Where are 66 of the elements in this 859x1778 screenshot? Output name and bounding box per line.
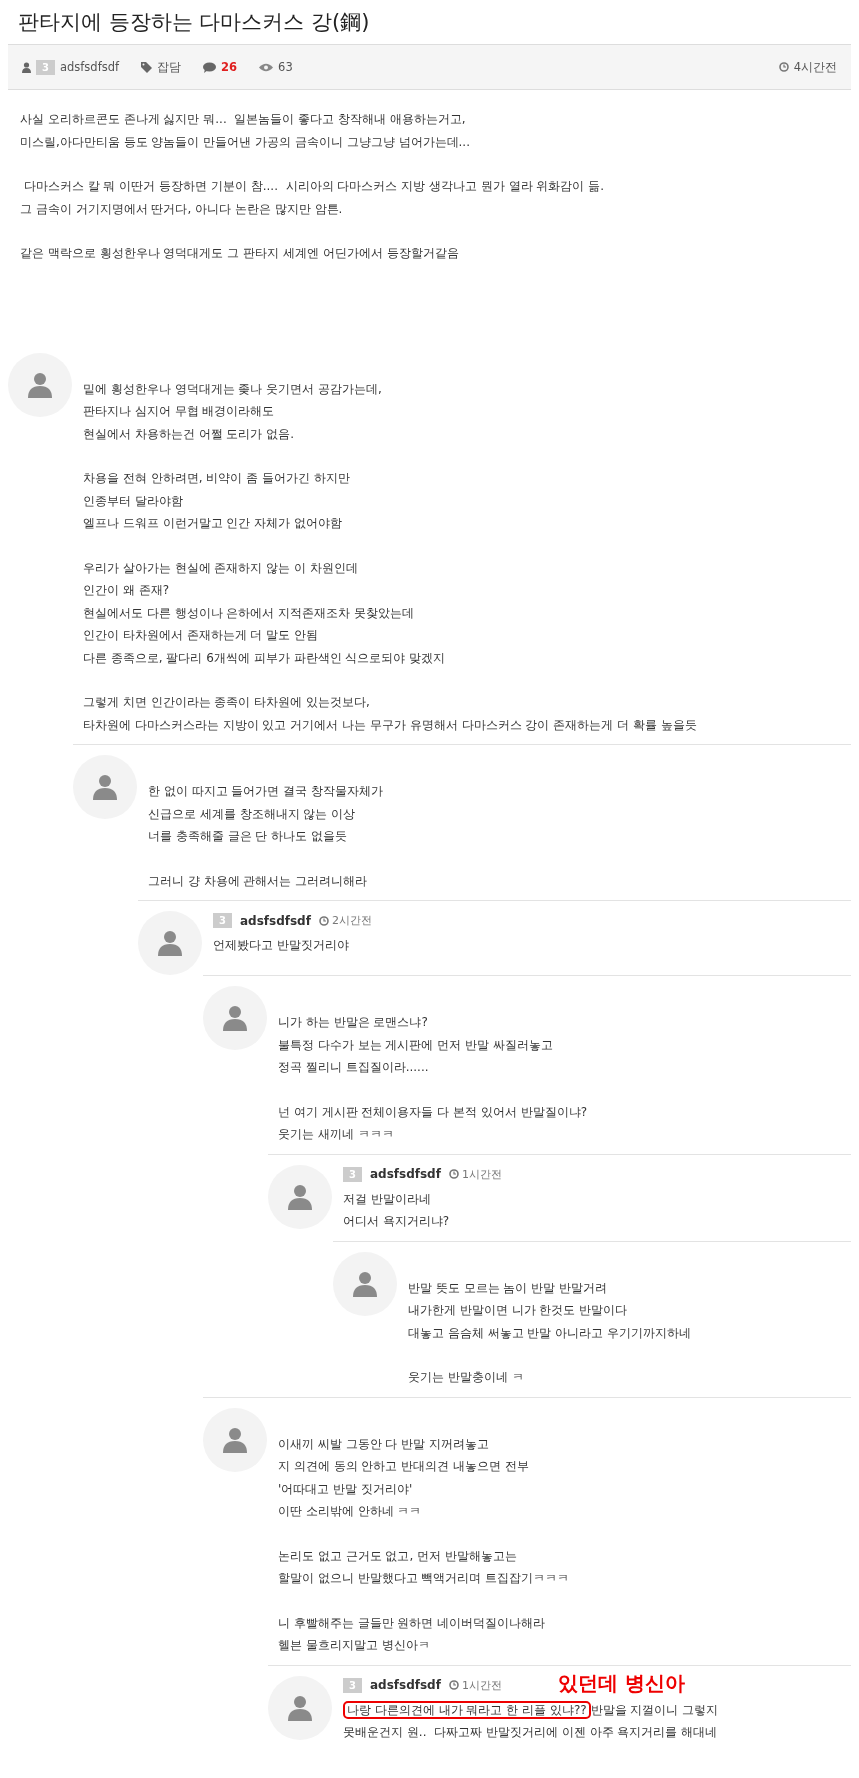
comment-line: 못배운건지 원.. 다짜고짜 반말짓거리에 이젠 아주 욕지거리를 해대네 bbox=[343, 1724, 719, 1741]
comment-line: 인간이 타차원에서 존재하는게 더 말도 안됨 bbox=[83, 627, 320, 644]
eye-icon bbox=[259, 62, 274, 72]
comment-line: 너를 충족해줄 글은 단 하나도 없을듯 bbox=[148, 828, 349, 845]
comment-time: 2시간전 bbox=[331, 913, 372, 928]
comment-line: 다른 종족으로, 팔다리 6개씩에 피부가 파란색인 식으로되야 맞겠지 bbox=[83, 649, 447, 667]
comment-line: 헬븐 물흐리지말고 병신아ㅋ bbox=[278, 1637, 431, 1654]
comment-line: 신급으로 세계를 창조해내지 않는 이상 bbox=[148, 805, 357, 823]
post-time: 4시간전 bbox=[793, 59, 837, 75]
comment-line: 저걸 반말이라네 bbox=[343, 1190, 432, 1208]
comment-line: 타차원에 다마스커스라는 지방이 있고 거기에서 나는 무구가 유명해서 다마스커스 강이 존재하는게 더 확률 높을듯 bbox=[83, 716, 698, 734]
tag-icon bbox=[141, 61, 153, 73]
comment-line: 넌 여기 게시판 전체이용자들 다 본적 있어서 반말질이냐? bbox=[278, 1103, 589, 1121]
comment-line: '어따대고 반말 짓거리야' bbox=[278, 1480, 414, 1498]
comment-line: 우리가 살아가는 현실에 존재하지 않는 이 차원인데 bbox=[83, 559, 359, 577]
post-text-line: 그 금속이 거기지명에서 딴거다, 아니다 논란은 많지만 암튼. bbox=[20, 200, 344, 218]
annotation-text: 있던데 병신아 bbox=[558, 1669, 685, 1697]
author-name[interactable]: adsfsdfsdf bbox=[59, 60, 120, 74]
user-icon bbox=[22, 61, 31, 73]
comment-line: 반말 뜻도 모르는 놈이 반말 반말거려 bbox=[408, 1279, 609, 1297]
comment-line: 그렇게 치면 인간이라는 종족이 타차원에 있는것보다, bbox=[83, 694, 371, 711]
comment-line: 인종부터 달라야함 bbox=[83, 492, 184, 510]
comment-line: 내가한게 반말이면 니가 한것도 반말이다 bbox=[408, 1302, 629, 1319]
view-count: 63 bbox=[278, 60, 293, 74]
comment-line: 니 후빨해주는 글들만 원하면 네이버덕질이나해라 bbox=[278, 1614, 547, 1632]
comment-line: 이딴 소리밖에 안하네 ㅋㅋ bbox=[278, 1503, 423, 1520]
clock-icon bbox=[448, 1169, 459, 1179]
circled-text: 나랑 다른의견에 내가 뭐라고 한 리플 있냐?? bbox=[343, 1700, 591, 1719]
comment-line: 할말이 없으니 반말했다고 빽액거리며 트집잡기ㅋㅋㅋ bbox=[278, 1570, 571, 1587]
comment-line: 정곡 찔리니 트집질이라...... bbox=[278, 1059, 430, 1076]
comment-line: 지 의견에 동의 안하고 반대의견 내놓으면 전부 bbox=[278, 1458, 530, 1475]
author-name[interactable]: adsfsdfsdf bbox=[239, 913, 311, 928]
category-label[interactable]: 잡담 bbox=[157, 59, 182, 75]
comment-line: 웃기는 새끼네 ㅋㅋㅋ bbox=[278, 1126, 395, 1143]
post-text-line: 사실 오리하르콘도 존나게 싫지만 뭐... 일본놈들이 좋다고 창작해내 애용하는거고, bbox=[20, 111, 467, 128]
clock-icon bbox=[448, 1680, 459, 1690]
post-text-line: 같은 맥락으로 횡성한우나 영덕대게도 그 판타지 세계엔 어딘가에서 등장할거같음 bbox=[20, 245, 460, 262]
comment-line: 나랑 다른의견에 내가 뭐라고 한 리플 있냐?? 반말을 지껄이니 그렇지 bbox=[343, 1698, 851, 1721]
comment-line: 한 없이 따지고 들어가면 결국 창작물자체가 bbox=[148, 783, 385, 800]
comment-line: 현실에서도 다른 행성이나 은하에서 지적존재조차 못찾았는데 bbox=[83, 604, 416, 622]
author-name[interactable]: adsfsdfsdf bbox=[369, 1678, 441, 1692]
comment-line: 웃기는 반말충이네 ㅋ bbox=[408, 1369, 525, 1386]
comment-line: 엘프나 드워프 이런거말고 인간 자체가 없어야함 bbox=[83, 515, 344, 532]
comment-line: 언제봤다고 반말짓거리야 bbox=[213, 937, 350, 954]
author-name[interactable]: adsfsdfsdf bbox=[369, 1167, 441, 1181]
speech-bubble-icon bbox=[203, 61, 217, 73]
comment-count: 26 bbox=[221, 60, 238, 74]
post-text-line: 미스릴,아다만티움 등도 양놈들이 만들어낸 가공의 금속이니 그냥그냥 넘어가는데... bbox=[20, 133, 471, 151]
comment-line: 어디서 욕지거리냐? bbox=[343, 1213, 451, 1230]
comment-line: 인간이 왜 존재? bbox=[83, 582, 170, 599]
comment-line: 니가 하는 반말은 로맨스냐? bbox=[278, 1014, 429, 1031]
comment-line: 현실에서 차용하는건 어쩔 도리가 없음. bbox=[83, 425, 296, 443]
comment-line: 차용을 전혀 안하려면, 비약이 좀 들어가긴 하지만 bbox=[83, 470, 351, 487]
comment-line: 대놓고 음슴체 써놓고 반말 아니라고 우기기까지하네 bbox=[408, 1324, 693, 1342]
comment-line: 밑에 횡성한우나 영덕대게는 좆나 웃기면서 공감가는데, bbox=[83, 380, 383, 398]
post-title: 판타지에 등장하는 다마스커스 강(鋼) bbox=[18, 9, 371, 36]
comment-line: 논리도 없고 근거도 없고, 먼저 반말해놓고는 bbox=[278, 1547, 518, 1565]
comment-time: 1시간전 bbox=[461, 1166, 502, 1182]
comment-time: 1시간전 bbox=[461, 1677, 502, 1693]
post-text-line: 다마스커스 칼 뭐 이딴거 등장하면 기분이 참.... 시리아의 다마스커스 지방 생각나고 뭔가 열라 위화감이 듦. bbox=[22, 178, 606, 195]
clock-icon bbox=[318, 915, 329, 926]
comment-line: 불특정 다수가 보는 게시판에 먼저 반말 싸질러놓고 bbox=[278, 1036, 554, 1054]
comment-line: 그러니 걍 차용에 관해서는 그러려니해라 bbox=[148, 872, 369, 890]
comment-line: 이새끼 씨발 그동안 다 반말 지꺼려놓고 bbox=[278, 1435, 491, 1453]
clock-icon bbox=[778, 62, 789, 72]
comment-line: 판타지나 심지어 무협 배경이라해도 bbox=[83, 403, 276, 420]
